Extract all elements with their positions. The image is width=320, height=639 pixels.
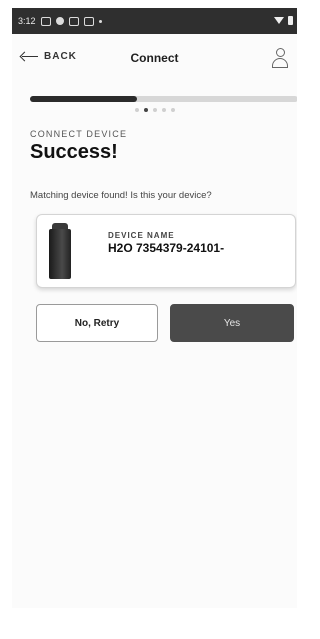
yes-button[interactable]: Yes: [170, 304, 294, 342]
status-right: [274, 16, 293, 25]
notification-icon: [68, 16, 79, 26]
device-image: [49, 223, 71, 281]
status-left: 3:12: [18, 16, 102, 26]
step-dot: [162, 108, 166, 112]
success-title: Success!: [30, 141, 118, 163]
retry-button[interactable]: No, Retry: [36, 304, 158, 342]
user-body-shape: [272, 58, 288, 68]
progress-bar: [30, 96, 297, 102]
user-head-shape: [276, 48, 285, 57]
step-dot: [153, 108, 157, 112]
app-header: BACK Connect: [12, 34, 297, 80]
device-name-label: DEVICE NAME: [108, 231, 175, 240]
user-profile-icon[interactable]: [271, 48, 289, 68]
step-dot: [135, 108, 139, 112]
wifi-icon: [274, 17, 284, 24]
battery-icon: [288, 16, 293, 25]
step-dot-active: [144, 108, 148, 112]
progress-fill: [30, 96, 138, 102]
app-notification-icon: [55, 17, 64, 25]
page-title: Connect: [130, 51, 179, 65]
step-indicator: [135, 108, 175, 112]
status-time: 3:12: [18, 16, 36, 26]
device-name-value: H2O 7354379-24101-: [108, 241, 225, 255]
notification-icon-2: [83, 16, 94, 26]
status-bar: 3:12: [12, 8, 297, 34]
step-dot: [171, 108, 175, 112]
message-icon: [40, 16, 51, 26]
phone-screen: 3:12 BACK Connect CONNECT DEVICE Success…: [12, 8, 297, 608]
device-card: DEVICE NAME H2O 7354379-24101-: [36, 214, 296, 288]
device-body: [49, 229, 71, 279]
section-label: CONNECT DEVICE: [30, 129, 128, 139]
more-notifications-icon: [98, 19, 102, 23]
match-question: Matching device found! Is this your devi…: [30, 190, 212, 201]
